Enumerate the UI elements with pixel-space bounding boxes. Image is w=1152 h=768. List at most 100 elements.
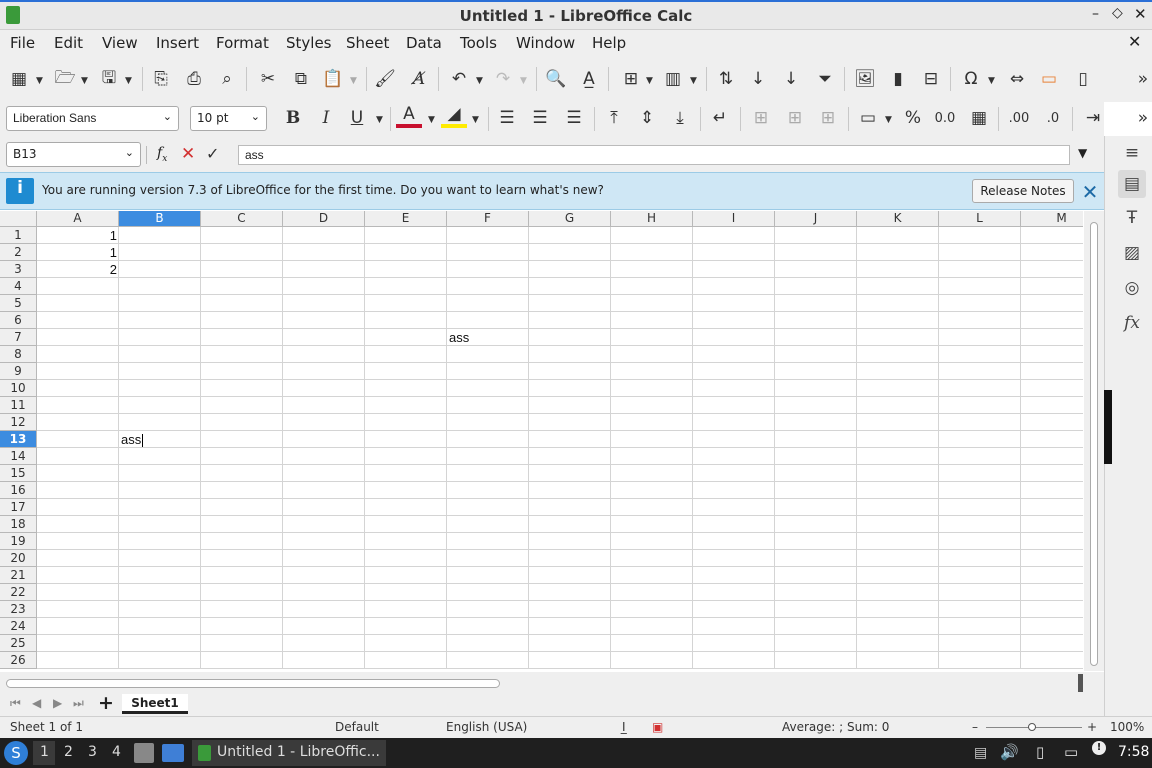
underline-icon[interactable]: U [344, 105, 370, 131]
copy-icon[interactable]: ⧉ [288, 66, 314, 92]
menu-window[interactable]: Window [516, 34, 575, 52]
cell-a1[interactable]: 1 [39, 227, 117, 244]
workspace-4[interactable]: 4 [112, 744, 121, 760]
name-box[interactable]: B13 ⌄ [6, 142, 141, 167]
first-sheet-icon[interactable]: ⏮ [10, 696, 21, 711]
column-header-m[interactable]: M [1021, 211, 1083, 227]
comment-icon[interactable]: ▭ [1036, 66, 1062, 92]
cancel-icon[interactable]: ✕ [181, 144, 195, 164]
clipboard-icon[interactable]: ▤ [974, 745, 987, 761]
sort-descending-icon[interactable]: ↓ [778, 66, 804, 92]
align-top-icon[interactable]: ⤒ [601, 105, 627, 131]
sheet-tab[interactable]: Sheet1 [122, 694, 188, 714]
column-icon[interactable]: ▥ [660, 66, 686, 92]
row-header-26[interactable]: 26 [0, 652, 37, 669]
menu-styles[interactable]: Styles [286, 34, 332, 52]
insert-chart-icon[interactable]: ▮ [885, 66, 911, 92]
notes-icon[interactable]: ▯ [1036, 743, 1044, 761]
find-replace-icon[interactable]: 🔍 [543, 66, 569, 92]
functions-icon[interactable]: fx [1118, 309, 1146, 337]
column-header-h[interactable]: H [611, 211, 693, 227]
column-header-l[interactable]: L [939, 211, 1021, 227]
row-header-6[interactable]: 6 [0, 312, 37, 329]
workspace-3[interactable]: 3 [88, 744, 97, 760]
sidebar-menu-icon[interactable]: ≡ [1118, 139, 1146, 167]
autofilter-icon[interactable]: ⏷ [812, 66, 838, 92]
sort-icon[interactable]: ⇅ [713, 66, 739, 92]
next-sheet-icon[interactable]: ▶ [53, 696, 62, 710]
column-header-d[interactable]: D [283, 211, 365, 227]
selection-mode-icon[interactable]: I̲ [622, 720, 626, 734]
row-header-8[interactable]: 8 [0, 346, 37, 363]
wrap-text-icon[interactable]: ↵ [707, 105, 733, 131]
export-pdf-icon[interactable]: ⎘ [148, 66, 174, 92]
language[interactable]: English (USA) [446, 720, 527, 734]
row-icon[interactable]: ⊞ [618, 66, 644, 92]
expand-formula-bar-icon[interactable]: ▼ [1078, 146, 1087, 160]
desktop-icon[interactable] [162, 744, 184, 762]
toolbar-overflow-icon[interactable]: » [1130, 66, 1152, 92]
workspace-1[interactable]: 1 [40, 744, 49, 760]
styles-icon[interactable]: Ŧ [1118, 204, 1146, 232]
split-handle[interactable] [1078, 674, 1083, 692]
center-vertically-icon[interactable]: ⇕ [634, 105, 660, 131]
menu-insert[interactable]: Insert [156, 34, 199, 52]
unmerge-cells-icon[interactable]: ⊞ [815, 105, 841, 131]
print-icon[interactable]: ⎙ [181, 66, 207, 92]
font-name-combobox[interactable]: Liberation Sans ⌄ [6, 106, 179, 131]
row-header-4[interactable]: 4 [0, 278, 37, 295]
align-right-icon[interactable]: ☰ [561, 105, 587, 131]
toolbar-overflow-icon[interactable]: » [1130, 105, 1152, 131]
row-header-22[interactable]: 22 [0, 584, 37, 601]
new-document-icon[interactable]: ▦ [6, 66, 32, 92]
column-header-g[interactable]: G [529, 211, 611, 227]
add-decimal-icon[interactable]: .00 [1006, 105, 1032, 131]
menu-data[interactable]: Data [406, 34, 442, 52]
minimize-icon[interactable]: – [1092, 6, 1099, 22]
column-header-k[interactable]: K [857, 211, 939, 227]
row-header-15[interactable]: 15 [0, 465, 37, 482]
add-sheet-icon[interactable]: + [98, 692, 114, 714]
zoom-in-icon[interactable]: + [1087, 720, 1097, 734]
row-header-5[interactable]: 5 [0, 295, 37, 312]
headers-footers-icon[interactable]: ▯ [1070, 66, 1096, 92]
zoom-slider-knob[interactable] [1028, 723, 1036, 731]
start-menu-icon[interactable]: S [4, 741, 28, 765]
zoom-level[interactable]: 100% [1110, 720, 1144, 734]
row-header-9[interactable]: 9 [0, 363, 37, 380]
paste-icon[interactable]: 📋 [320, 66, 346, 92]
select-all-corner[interactable] [0, 211, 37, 227]
row-header-14[interactable]: 14 [0, 448, 37, 465]
cut-icon[interactable]: ✂ [255, 66, 281, 92]
row-header-11[interactable]: 11 [0, 397, 37, 414]
vertical-scroll-thumb[interactable] [1090, 222, 1098, 666]
hyperlink-icon[interactable]: ⇔ [1004, 66, 1030, 92]
row-header-3[interactable]: 3 [0, 261, 37, 278]
open-folder-icon[interactable]: 🗁 [52, 66, 78, 92]
navigator-icon[interactable]: ◎ [1118, 274, 1146, 302]
menu-help[interactable]: Help [592, 34, 626, 52]
close-infobar-icon[interactable]: ✕ [1080, 180, 1100, 204]
network-icon[interactable]: ▭ [1064, 743, 1078, 761]
menu-edit[interactable]: Edit [54, 34, 83, 52]
save-icon[interactable]: 🖫 [96, 66, 122, 92]
print-preview-icon[interactable]: ⌕ [214, 66, 240, 92]
sidebar-collapse-handle[interactable] [1104, 390, 1112, 464]
menu-file[interactable]: File [10, 34, 35, 52]
row-header-7[interactable]: 7 [0, 329, 37, 346]
undo-icon[interactable]: ↶ [446, 66, 472, 92]
column-header-b[interactable]: B [119, 211, 201, 227]
delete-decimal-icon[interactable]: .0 [1040, 105, 1066, 131]
percent-format-icon[interactable]: % [900, 105, 926, 131]
close-document-icon[interactable]: ✕ [1128, 32, 1141, 51]
gallery-icon[interactable]: ▨ [1118, 239, 1146, 267]
spelling-icon[interactable]: A̲ [576, 66, 602, 92]
workspace-2[interactable]: 2 [64, 744, 73, 760]
date-format-icon[interactable]: ▦ [966, 105, 992, 131]
row-header-2[interactable]: 2 [0, 244, 37, 261]
cell-f7[interactable]: ass [449, 329, 527, 346]
column-header-f[interactable]: F [447, 211, 529, 227]
redo-icon[interactable]: ↷ [490, 66, 516, 92]
row-header-20[interactable]: 20 [0, 550, 37, 567]
column-header-c[interactable]: C [201, 211, 283, 227]
